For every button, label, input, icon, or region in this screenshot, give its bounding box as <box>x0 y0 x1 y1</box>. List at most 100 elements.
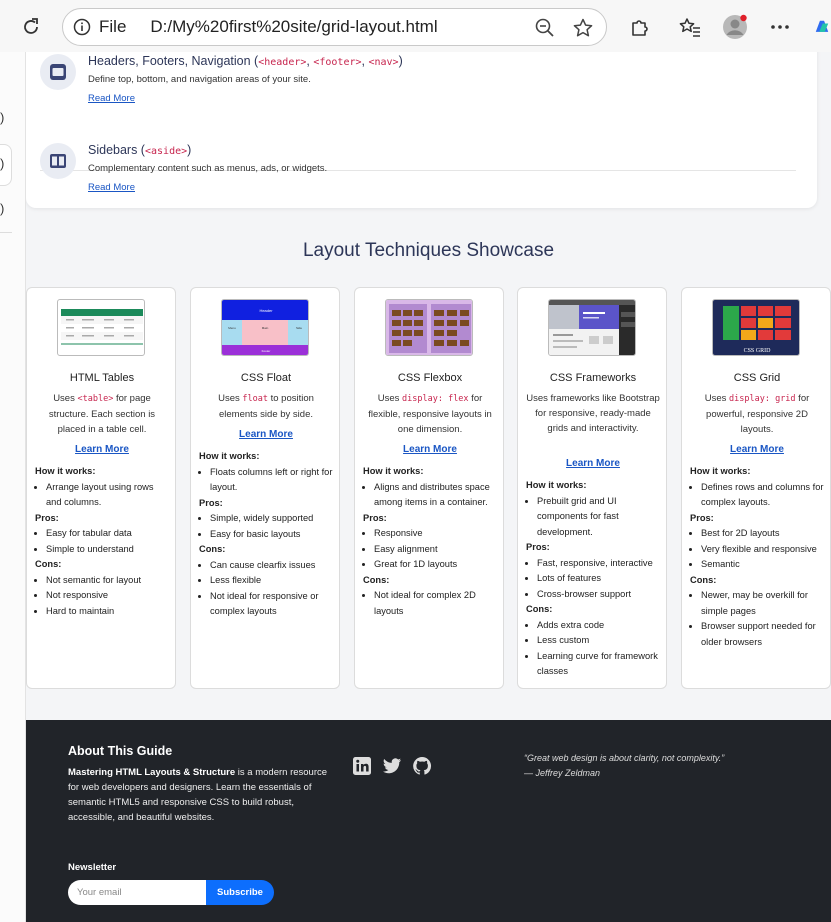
layout-columns-icon <box>40 143 76 179</box>
left-rail: ) ) ) <box>0 52 26 922</box>
list-item: Responsive <box>374 526 499 542</box>
cons-label: Cons: <box>35 559 62 569</box>
card-title: CSS Float <box>240 372 292 384</box>
info-icon[interactable] <box>73 18 91 36</box>
cons-label: Cons: <box>690 574 717 585</box>
list-item: Hard to maintain <box>46 604 171 620</box>
card-description: Uses display: flex for flexible, respons… <box>368 393 492 435</box>
pros-label: Pros: <box>199 497 223 508</box>
thumb-side-text: Side <box>296 326 302 330</box>
favorites-icon[interactable] <box>677 14 703 40</box>
cons-label: Cons: <box>199 544 226 554</box>
list-item: Can cause clearfix issues <box>210 558 335 574</box>
learn-more-link[interactable]: Learn More <box>682 444 831 455</box>
list-item: Easy for basic layouts <box>210 527 335 543</box>
subscribe-button[interactable]: Subscribe <box>206 880 274 905</box>
list-item: Simple, widely supported <box>210 511 335 527</box>
puzzle-icon[interactable] <box>626 14 652 40</box>
url-text[interactable]: D:/My%20first%20site/grid-layout.html <box>150 17 437 37</box>
site-footer: About This Guide Mastering HTML Layouts … <box>26 720 831 922</box>
list-item: Prebuilt grid and UI components for fast… <box>537 494 662 541</box>
list-item: Easy alignment <box>374 542 499 558</box>
card-css-frameworks: CSS Frameworks Uses frameworks like Boot… <box>517 287 667 689</box>
list-item: Great for 1D layouts <box>374 557 499 573</box>
thumb-main-text: Main <box>262 326 269 330</box>
card-title: CSS Frameworks <box>549 372 637 384</box>
zoom-out-icon[interactable] <box>534 17 556 39</box>
thumbnail-image: Header Menu Main Side Footer <box>221 299 309 356</box>
pros-label: Pros: <box>35 512 59 523</box>
read-more-link[interactable]: Read More <box>88 182 135 193</box>
card-description: Uses frameworks like Bootstrap for respo… <box>526 393 660 434</box>
list-item: Not ideal for complex 2D layouts <box>374 588 499 619</box>
learn-more-link[interactable]: Learn More <box>191 429 341 440</box>
list-item: Less flexible <box>210 573 335 589</box>
list-item: Less custom <box>537 633 662 649</box>
card-details: How it works: Arrange layout using rows … <box>35 464 171 619</box>
card-description: Uses float to position elements side by … <box>218 393 314 420</box>
card-description: Uses display: grid for powerful, respons… <box>704 393 810 435</box>
structure-card: Headers, Footers, Navigation (<header>, … <box>26 52 817 208</box>
structure-description: Complementary content such as menus, ads… <box>88 163 328 174</box>
how-label: How it works: <box>35 466 96 476</box>
thumbnail-image <box>57 299 145 356</box>
list-item: Adds extra code <box>537 618 662 634</box>
page-content: Headers, Footers, Navigation (<header>, … <box>26 52 831 922</box>
structure-title: Headers, Footers, Navigation (<header>, … <box>88 54 403 68</box>
structure-title: Sidebars (<aside>) <box>88 143 192 157</box>
star-icon[interactable] <box>572 17 594 39</box>
card-title: CSS Flexbox <box>397 372 463 384</box>
list-item: Easy for tabular data <box>46 526 171 542</box>
more-icon[interactable] <box>767 14 793 40</box>
scheme-label: File <box>99 17 127 36</box>
technique-cards: HTML Tables Uses <table> for page struct… <box>26 287 831 689</box>
rail-mark: ) <box>0 110 5 125</box>
card-html-tables: HTML Tables Uses <table> for page struct… <box>26 287 176 689</box>
pros-label: Pros: <box>690 512 714 523</box>
list-item: Browser support needed for older browser… <box>701 619 826 650</box>
newsletter-title: Newsletter <box>68 862 117 873</box>
list-item: Arrange layout using rows and columns. <box>46 480 171 511</box>
quote-author: — Jeffrey Zeldman <box>524 768 601 778</box>
list-item: Very flexible and responsive <box>701 542 826 558</box>
showcase-title: Layout Techniques Showcase <box>302 240 555 261</box>
card-css-grid: CSS GRID CSS Grid Uses display: grid for… <box>681 287 831 689</box>
list-item: Fast, responsive, interactive <box>537 556 662 572</box>
learn-more-link[interactable]: Learn More <box>518 458 668 469</box>
github-icon[interactable] <box>412 756 432 776</box>
card-description: Uses <table> for page structure. Each se… <box>48 393 156 435</box>
twitter-icon[interactable] <box>382 756 402 776</box>
how-label: How it works: <box>526 480 587 490</box>
list-item: Not semantic for layout <box>46 573 171 589</box>
list-item: Simple to understand <box>46 542 171 558</box>
linkedin-icon[interactable] <box>352 756 372 776</box>
list-item: Semantic <box>701 557 826 573</box>
pros-label: Pros: <box>363 512 387 523</box>
list-item: Floats columns left or right for layout. <box>210 465 335 496</box>
card-details: How it works: Prebuilt grid and UI compo… <box>526 478 662 680</box>
list-item: Newer, may be overkill for simple pages <box>701 588 826 619</box>
read-more-link[interactable]: Read More <box>88 93 135 104</box>
learn-more-link[interactable]: Learn More <box>355 444 505 455</box>
cons-label: Cons: <box>363 574 390 585</box>
reload-icon[interactable] <box>18 14 44 40</box>
rail-mark: ) <box>0 156 5 171</box>
how-label: How it works: <box>363 466 424 476</box>
learn-more-link[interactable]: Learn More <box>27 444 177 455</box>
browser-toolbar: File D:/My%20first%20site/grid-layout.ht… <box>0 0 831 52</box>
newsletter-email-input[interactable] <box>68 880 206 905</box>
thumbnail-image: CSS GRID <box>712 299 800 356</box>
thumb-header-text: Header <box>259 308 273 313</box>
address-bar[interactable]: File D:/My%20first%20site/grid-layout.ht… <box>62 8 607 46</box>
thumb-menu-text: Menu <box>228 326 236 330</box>
list-item: Best for 2D layouts <box>701 526 826 542</box>
card-css-flexbox: CSS Flexbox Uses display: flex for flexi… <box>354 287 504 689</box>
avatar-icon[interactable] <box>722 14 748 40</box>
list-item: Aligns and distributes space among items… <box>374 480 499 511</box>
rail-mark: ) <box>0 201 5 216</box>
thumbnail-image <box>385 299 473 356</box>
cons-label: Cons: <box>526 604 553 614</box>
copilot-icon[interactable] <box>813 14 831 40</box>
card-details: How it works: Floats columns left or rig… <box>199 449 335 620</box>
footer-title: About This Guide <box>68 744 173 758</box>
